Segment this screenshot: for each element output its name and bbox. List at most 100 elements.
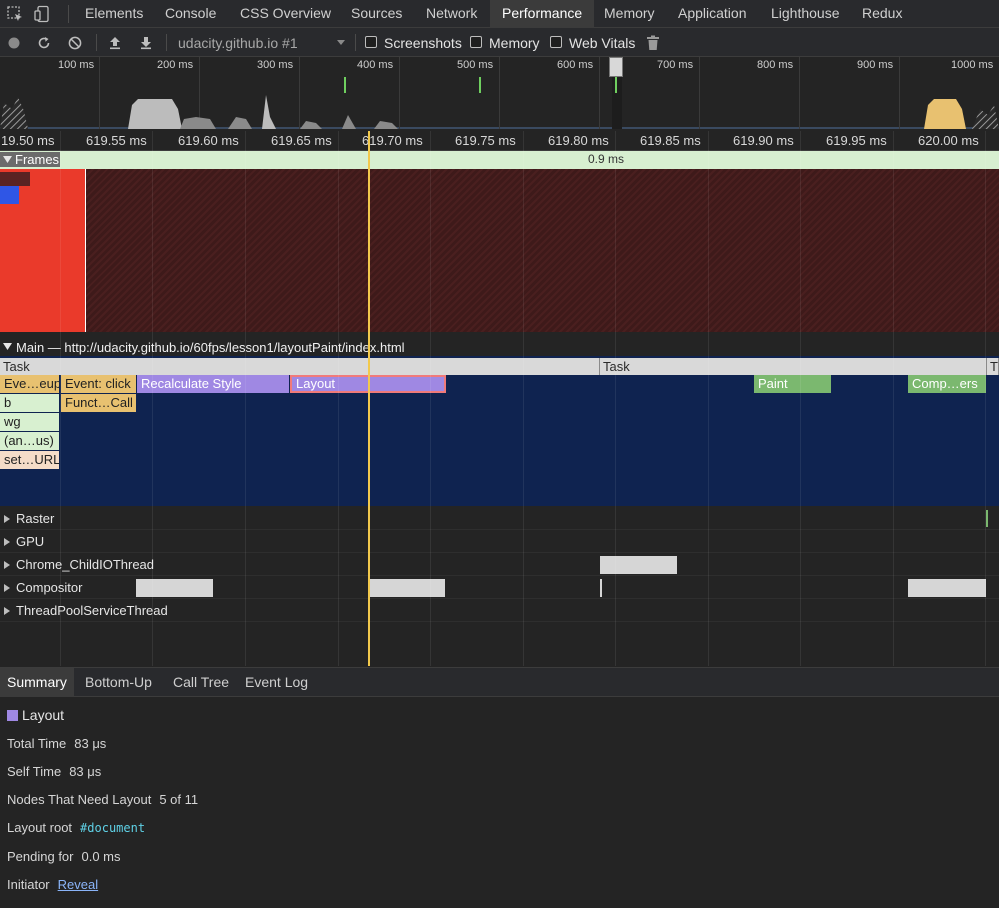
overview-tick: 100 ms	[58, 59, 95, 71]
expand-triangle-icon[interactable]	[4, 561, 10, 569]
devtools-tab-bar: Elements Console CSS Overview Sources Ne…	[0, 0, 999, 28]
pending-label: Pending for	[7, 849, 74, 864]
event-bar[interactable]: Funct…Call	[61, 394, 136, 412]
expand-triangle-icon[interactable]	[4, 607, 10, 615]
trash-icon[interactable]	[643, 33, 663, 53]
record-icon[interactable]	[4, 33, 24, 53]
frames-track[interactable]	[0, 169, 999, 332]
event-bar[interactable]: b	[0, 394, 59, 412]
initiator-reveal-link[interactable]: Reveal	[58, 877, 98, 892]
task-bar[interactable]: Task	[0, 358, 600, 375]
time-gridline	[338, 131, 339, 666]
overview-tick: 800 ms	[757, 59, 794, 71]
summary-title: Layout	[22, 707, 65, 723]
event-bar[interactable]: Recalculate Style	[137, 375, 289, 393]
toolbar-divider	[355, 34, 356, 51]
initiator-row: Initiator Reveal	[7, 877, 98, 892]
event-bar[interactable]: Comp…ers	[908, 375, 986, 393]
frames-track-header[interactable]: Frames 0.9 ms	[0, 151, 999, 169]
event-bar[interactable]: Paint	[754, 375, 831, 393]
performance-toolbar: udacity.github.io #1 Screenshots Memory …	[0, 28, 999, 57]
ruler-tick: 619.55 ms	[86, 133, 147, 148]
screenshots-checkbox[interactable]	[365, 36, 377, 48]
thread-row-compositor[interactable]: Compositor	[0, 576, 999, 599]
time-gridline	[985, 131, 986, 666]
ruler-tick: 619.60 ms	[178, 133, 239, 148]
expand-triangle-icon[interactable]	[4, 538, 10, 546]
pending-value: 0.0 ms	[81, 849, 121, 864]
time-gridline	[893, 131, 894, 666]
memory-checkbox[interactable]	[470, 36, 482, 48]
collapse-triangle-icon[interactable]	[3, 156, 12, 163]
collapse-triangle-icon[interactable]	[3, 343, 12, 350]
frames-label: Frames	[15, 152, 60, 167]
tab-call-tree[interactable]: Call Tree	[173, 668, 229, 697]
overview-selection-handle[interactable]	[609, 57, 623, 77]
web-vitals-checkbox[interactable]	[550, 36, 562, 48]
ruler-tick: 620.00 ms	[918, 133, 979, 148]
upload-icon[interactable]	[105, 33, 125, 53]
tab-network[interactable]: Network	[426, 0, 477, 28]
event-bar[interactable]: (an…us)	[0, 432, 59, 450]
toolbar-divider	[166, 34, 167, 51]
overview-tick: 400 ms	[357, 59, 394, 71]
tab-memory[interactable]: Memory	[604, 0, 655, 28]
layout-root-value[interactable]: #document	[80, 821, 145, 835]
timeline-overview[interactable]: 100 ms 200 ms 300 ms 400 ms 500 ms 600 m…	[0, 57, 999, 129]
tab-redux[interactable]: Redux	[862, 0, 902, 28]
expand-triangle-icon[interactable]	[4, 584, 10, 592]
time-gridline	[800, 131, 801, 666]
device-toolbar-icon[interactable]	[33, 5, 51, 23]
thread-row-raster[interactable]: Raster	[0, 507, 999, 530]
main-flame-chart[interactable]: Task Task T Eve…eup Event: click Recalcu…	[0, 356, 999, 506]
tab-bottom-up[interactable]: Bottom-Up	[85, 668, 152, 697]
ruler-tick: 619.80 ms	[548, 133, 609, 148]
thread-row-gpu[interactable]: GPU	[0, 530, 999, 553]
thread-slice[interactable]	[600, 579, 602, 597]
thread-label: ThreadPoolServiceThread	[16, 603, 168, 618]
thread-row-child-io[interactable]: Chrome_ChildIOThread	[0, 553, 999, 576]
thread-slice[interactable]	[986, 510, 988, 527]
download-icon[interactable]	[136, 33, 156, 53]
tab-css-overview[interactable]: CSS Overview	[240, 0, 331, 28]
tab-application[interactable]: Application	[678, 0, 747, 28]
event-bar[interactable]: wg	[0, 413, 59, 431]
layout-root-row: Layout root #document	[7, 820, 145, 835]
memory-label: Memory	[489, 35, 540, 51]
nodes-row: Nodes That Need Layout 5 of 11	[7, 792, 198, 807]
profile-select-value: udacity.github.io #1	[178, 35, 298, 51]
time-gridline	[60, 131, 61, 666]
initiator-label: Initiator	[7, 877, 50, 892]
tab-performance[interactable]: Performance	[490, 0, 595, 28]
event-bar[interactable]: set…URL	[0, 451, 59, 469]
tab-lighthouse[interactable]: Lighthouse	[771, 0, 840, 28]
main-track-header[interactable]: Main — http://udacity.github.io/60fps/le…	[0, 338, 999, 356]
thread-label: GPU	[16, 534, 45, 549]
thread-slice[interactable]	[369, 579, 445, 597]
task-bar[interactable]: T	[987, 358, 999, 375]
tab-sources[interactable]: Sources	[351, 0, 402, 28]
thread-label: Compositor	[16, 580, 83, 595]
event-bar[interactable]: Event: click	[61, 375, 136, 393]
profile-select[interactable]: udacity.github.io #1	[172, 33, 352, 53]
tab-event-log[interactable]: Event Log	[245, 668, 308, 697]
inspect-element-icon[interactable]	[6, 5, 24, 23]
expand-triangle-icon[interactable]	[4, 515, 10, 523]
event-bar[interactable]: Eve…eup	[0, 375, 59, 393]
thread-slice[interactable]	[908, 579, 986, 597]
tab-summary[interactable]: Summary	[0, 668, 74, 697]
thread-label: Raster	[16, 511, 55, 526]
tab-divider	[68, 5, 69, 23]
task-bar[interactable]: Task	[600, 358, 987, 375]
tab-console[interactable]: Console	[165, 0, 216, 28]
thread-slice[interactable]	[136, 579, 213, 597]
reload-icon[interactable]	[34, 33, 54, 53]
ruler-tick: 619.95 ms	[826, 133, 887, 148]
cpu-activity-chart	[0, 75, 999, 129]
summary-panel: Layout Total Time 83 μs Self Time 83 μs No…	[0, 697, 999, 908]
web-vitals-label: Web Vitals	[569, 35, 636, 51]
thread-row-threadpool[interactable]: ThreadPoolServiceThread	[0, 599, 999, 622]
tab-elements[interactable]: Elements	[85, 0, 143, 28]
thread-slice[interactable]	[600, 556, 677, 574]
clear-icon[interactable]	[65, 33, 85, 53]
